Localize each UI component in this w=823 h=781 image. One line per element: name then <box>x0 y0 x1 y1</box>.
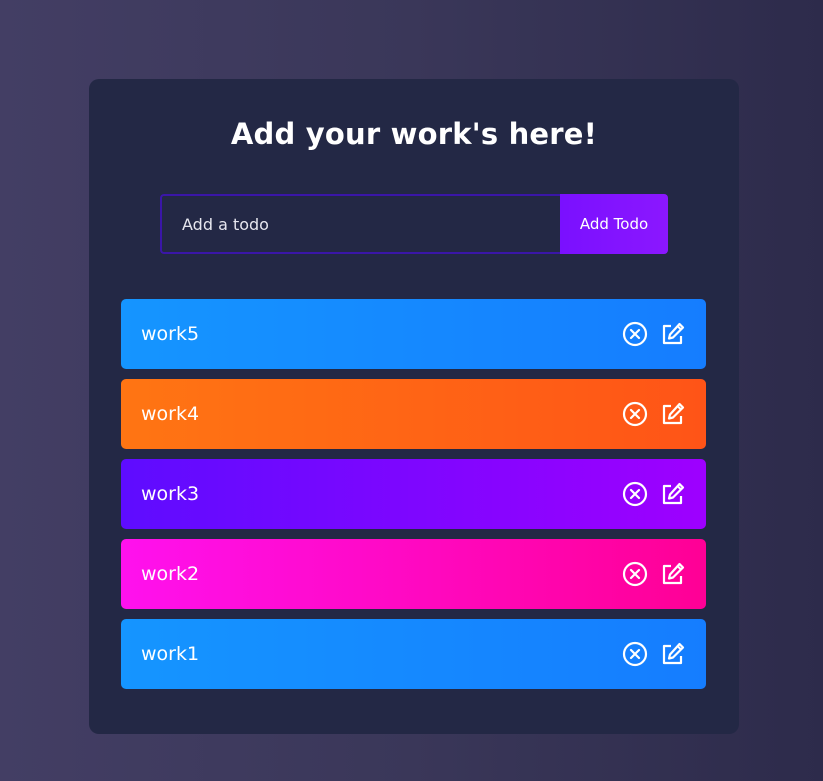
todo-app: Add your work's here! Add Todo work5 wor… <box>89 79 739 734</box>
edit-icon[interactable] <box>660 481 686 507</box>
todo-text[interactable]: work3 <box>141 483 199 505</box>
todo-text[interactable]: work2 <box>141 563 199 585</box>
close-circle-icon[interactable] <box>622 641 648 667</box>
todo-actions <box>622 641 686 667</box>
todo-item: work1 <box>121 619 706 689</box>
todo-actions <box>622 561 686 587</box>
page-title: Add your work's here! <box>230 117 598 151</box>
todo-actions <box>622 321 686 347</box>
todo-input[interactable] <box>160 194 560 254</box>
todo-item: work5 <box>121 299 706 369</box>
add-todo-button[interactable]: Add Todo <box>560 194 668 254</box>
todo-item: work3 <box>121 459 706 529</box>
edit-icon[interactable] <box>660 561 686 587</box>
edit-icon[interactable] <box>660 641 686 667</box>
todo-text[interactable]: work1 <box>141 643 199 665</box>
todo-actions <box>622 401 686 427</box>
todo-list: work5 work4 work3 work2 work1 <box>121 299 706 699</box>
close-circle-icon[interactable] <box>622 561 648 587</box>
todo-form: Add Todo <box>160 194 668 254</box>
edit-icon[interactable] <box>660 321 686 347</box>
edit-icon[interactable] <box>660 401 686 427</box>
todo-text[interactable]: work5 <box>141 323 199 345</box>
close-circle-icon[interactable] <box>622 321 648 347</box>
todo-text[interactable]: work4 <box>141 403 199 425</box>
todo-item: work2 <box>121 539 706 609</box>
todo-actions <box>622 481 686 507</box>
close-circle-icon[interactable] <box>622 401 648 427</box>
todo-item: work4 <box>121 379 706 449</box>
close-circle-icon[interactable] <box>622 481 648 507</box>
